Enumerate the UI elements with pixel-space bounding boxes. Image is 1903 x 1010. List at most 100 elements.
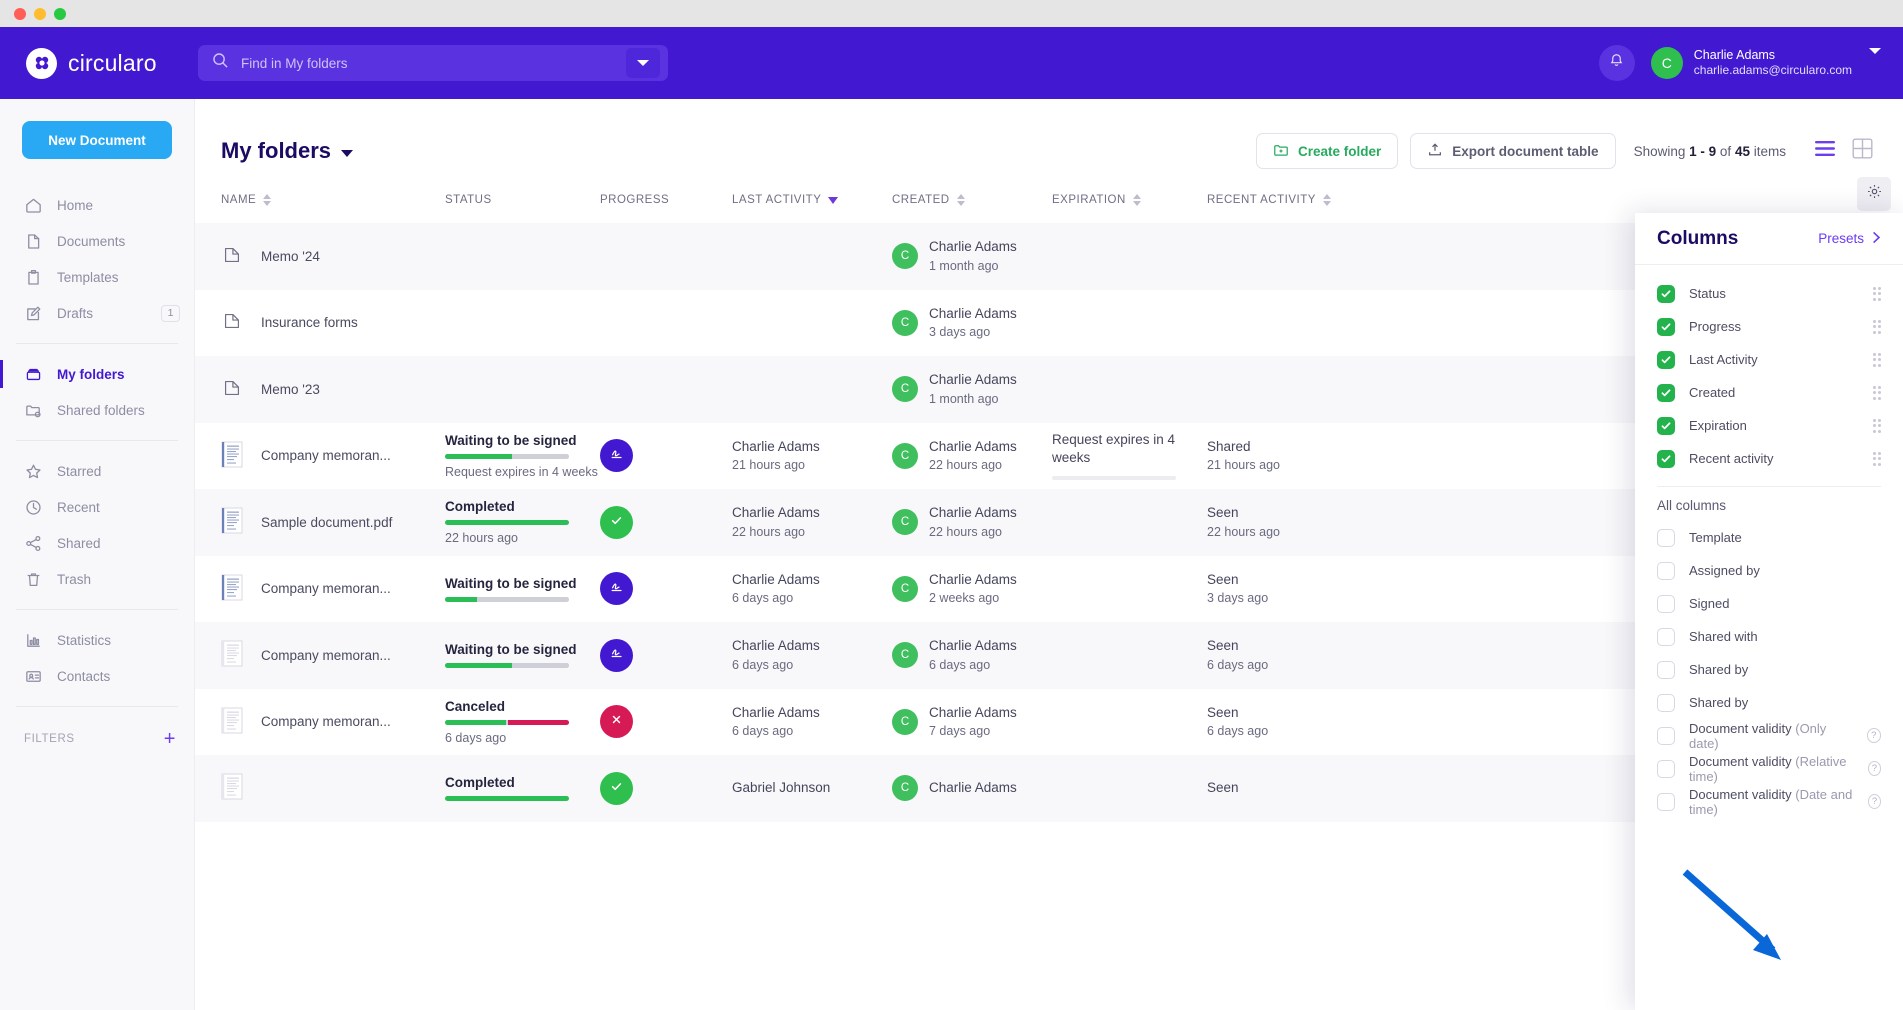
drag-handle-icon[interactable]: [1873, 320, 1882, 334]
column-toggle-shared-by[interactable]: Shared by: [1635, 653, 1903, 686]
help-icon[interactable]: ?: [1868, 761, 1881, 776]
share-nodes-icon: [24, 534, 43, 553]
search-scope-dropdown[interactable]: [626, 48, 660, 78]
new-document-button[interactable]: New Document: [22, 121, 172, 159]
grid-view-button[interactable]: [1852, 138, 1873, 164]
columns-panel: Columns Presets Status Progress Last Act…: [1635, 213, 1903, 1010]
sort-desc-icon[interactable]: [828, 197, 838, 204]
sort-icon[interactable]: [957, 194, 965, 206]
sidebar-item-trash[interactable]: Trash: [0, 561, 194, 597]
drag-handle-icon[interactable]: [1873, 353, 1882, 367]
column-header-created[interactable]: CREATED: [892, 194, 1052, 206]
row-name-cell[interactable]: Memo '23: [221, 377, 445, 402]
notifications-button[interactable]: [1599, 45, 1635, 81]
sidebar-item-shared-folders[interactable]: Shared folders: [0, 392, 194, 428]
export-document-table-label: Export document table: [1452, 144, 1598, 159]
sidebar-item-starred[interactable]: Starred: [0, 453, 194, 489]
row-name-cell[interactable]: [221, 773, 445, 803]
column-header-expiration[interactable]: EXPIRATION: [1052, 194, 1207, 206]
presets-button[interactable]: Presets: [1818, 231, 1881, 247]
sort-icon[interactable]: [263, 194, 271, 206]
checkbox-checked-icon[interactable]: [1657, 450, 1675, 468]
column-toggle-signed[interactable]: Signed: [1635, 587, 1903, 620]
sidebar-item-drafts[interactable]: Drafts1: [0, 295, 194, 331]
window-maximize-button[interactable]: [54, 8, 66, 20]
column-toggle-last-activity[interactable]: Last Activity: [1635, 343, 1903, 376]
checkbox-unchecked-icon[interactable]: [1657, 529, 1675, 547]
column-toggle-progress[interactable]: Progress: [1635, 310, 1903, 343]
sidebar-item-contacts[interactable]: Contacts: [0, 658, 194, 694]
checkbox-checked-icon[interactable]: [1657, 384, 1675, 402]
column-toggle-document-validity-only-date[interactable]: Document validity (Only date)?: [1635, 719, 1903, 752]
column-toggle-template[interactable]: Template: [1635, 521, 1903, 554]
progress-status-badge[interactable]: [600, 506, 633, 539]
help-icon[interactable]: ?: [1868, 794, 1881, 809]
column-toggle-recent-activity[interactable]: Recent activity: [1635, 442, 1903, 475]
checkbox-unchecked-icon[interactable]: [1657, 595, 1675, 613]
checkbox-unchecked-icon[interactable]: [1657, 562, 1675, 580]
sidebar-item-shared[interactable]: Shared: [0, 525, 194, 561]
drag-handle-icon[interactable]: [1873, 419, 1882, 433]
column-header-name[interactable]: NAME: [221, 194, 445, 206]
checkbox-unchecked-icon[interactable]: [1657, 661, 1675, 679]
checkbox-unchecked-icon[interactable]: [1657, 727, 1675, 745]
help-icon[interactable]: ?: [1867, 728, 1881, 743]
sort-icon[interactable]: [1133, 194, 1141, 206]
sidebar-item-templates[interactable]: Templates: [0, 259, 194, 295]
row-name-cell[interactable]: Company memoran...: [221, 441, 445, 471]
progress-status-badge[interactable]: [600, 705, 633, 738]
column-toggle-document-validity-relative-time[interactable]: Document validity (Relative time)?: [1635, 752, 1903, 785]
checkbox-unchecked-icon[interactable]: [1657, 793, 1675, 811]
checkbox-unchecked-icon[interactable]: [1657, 760, 1675, 778]
progress-status-badge[interactable]: [600, 572, 633, 605]
column-toggle-status[interactable]: Status: [1635, 277, 1903, 310]
sidebar-item-home[interactable]: Home: [0, 187, 194, 223]
column-toggle-label: Progress: [1689, 319, 1741, 334]
column-toggle-expiration[interactable]: Expiration: [1635, 409, 1903, 442]
drag-handle-icon[interactable]: [1873, 287, 1882, 301]
checkbox-checked-icon[interactable]: [1657, 318, 1675, 336]
search-input[interactable]: [241, 56, 614, 71]
window-minimize-button[interactable]: [34, 8, 46, 20]
row-name-cell[interactable]: Insurance forms: [221, 310, 445, 335]
list-view-button[interactable]: [1814, 140, 1836, 162]
checkbox-checked-icon[interactable]: [1657, 285, 1675, 303]
sidebar-item-documents[interactable]: Documents: [0, 223, 194, 259]
column-header-status[interactable]: STATUS: [445, 194, 600, 206]
progress-status-badge[interactable]: [600, 639, 633, 672]
progress-status-badge[interactable]: [600, 439, 633, 472]
drag-handle-icon[interactable]: [1873, 386, 1882, 400]
column-toggle-assigned-by[interactable]: Assigned by: [1635, 554, 1903, 587]
page-title[interactable]: My folders: [221, 138, 353, 164]
progress-status-badge[interactable]: [600, 772, 633, 805]
row-name-cell[interactable]: Company memoran...: [221, 640, 445, 670]
global-search[interactable]: [198, 45, 668, 81]
row-name-cell[interactable]: Company memoran...: [221, 574, 445, 604]
sidebar-item-recent[interactable]: Recent: [0, 489, 194, 525]
checkbox-checked-icon[interactable]: [1657, 417, 1675, 435]
checkbox-checked-icon[interactable]: [1657, 351, 1675, 369]
row-name-cell[interactable]: Sample document.pdf: [221, 507, 445, 537]
sort-icon[interactable]: [1323, 194, 1331, 206]
column-toggle-document-validity-date-and-time[interactable]: Document validity (Date and time)?: [1635, 785, 1903, 818]
window-close-button[interactable]: [14, 8, 26, 20]
sidebar-item-statistics[interactable]: Statistics: [0, 622, 194, 658]
drag-handle-icon[interactable]: [1873, 452, 1882, 466]
checkbox-unchecked-icon[interactable]: [1657, 694, 1675, 712]
add-filter-button[interactable]: +: [164, 729, 176, 749]
create-folder-button[interactable]: Create folder: [1256, 133, 1398, 169]
sidebar-item-my-folders[interactable]: My folders: [0, 356, 194, 392]
checkbox-unchecked-icon[interactable]: [1657, 628, 1675, 646]
row-name-cell[interactable]: Company memoran...: [221, 707, 445, 737]
export-document-table-button[interactable]: Export document table: [1410, 133, 1615, 169]
row-name-cell[interactable]: Memo '24: [221, 244, 445, 269]
brand-logo[interactable]: circularo: [0, 48, 195, 79]
user-menu[interactable]: C Charlie Adams charlie.adams@circularo.…: [1651, 47, 1881, 79]
table-settings-button[interactable]: [1857, 177, 1891, 211]
column-header-recent-activity[interactable]: RECENT ACTIVITY: [1207, 194, 1357, 206]
column-toggle-shared-by[interactable]: Shared by: [1635, 686, 1903, 719]
column-header-last-activity[interactable]: LAST ACTIVITY: [732, 194, 892, 206]
column-toggle-created[interactable]: Created: [1635, 376, 1903, 409]
column-header-progress[interactable]: PROGRESS: [600, 194, 732, 206]
column-toggle-shared-with[interactable]: Shared with: [1635, 620, 1903, 653]
